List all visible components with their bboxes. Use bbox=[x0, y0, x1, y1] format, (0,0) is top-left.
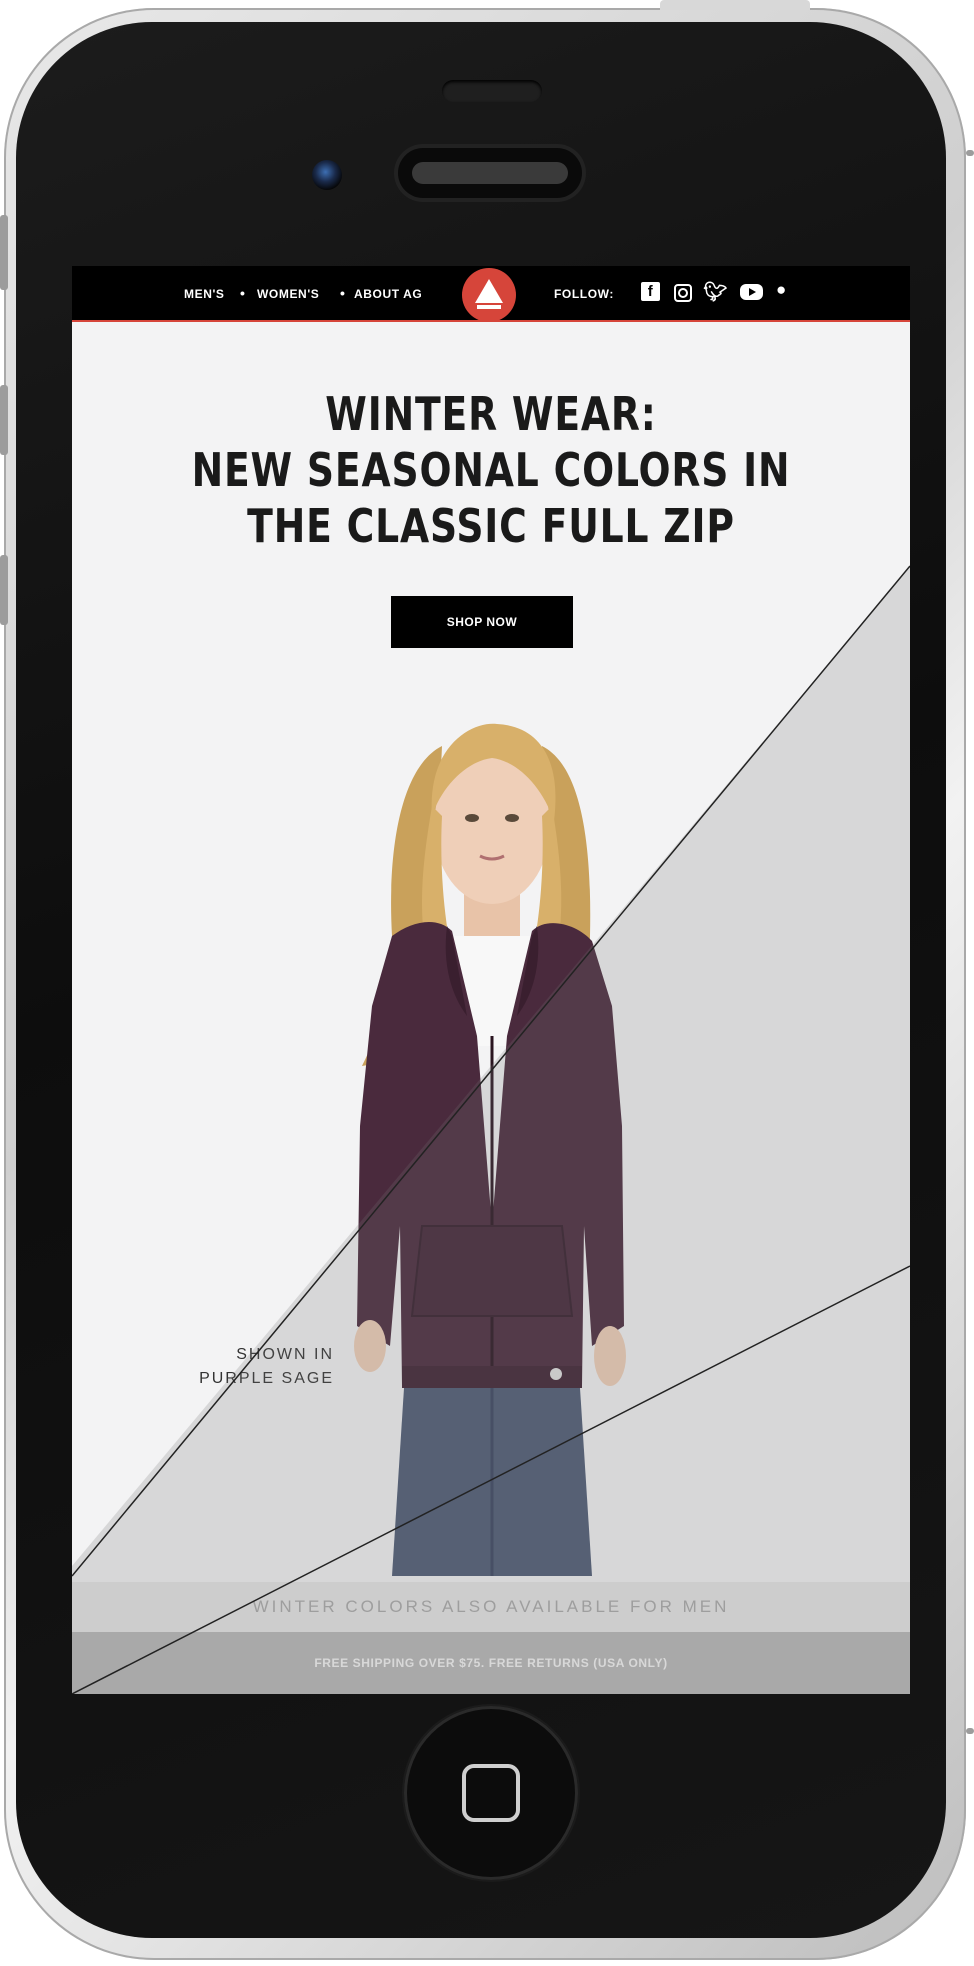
nav-link-mens[interactable]: MEN'S bbox=[184, 287, 225, 301]
hero-headline: WINTER WEAR: NEW SEASONAL COLORS IN THE … bbox=[147, 386, 834, 554]
youtube-icon[interactable] bbox=[740, 284, 763, 300]
follow-label: FOLLOW: bbox=[554, 287, 614, 301]
sleep-button bbox=[660, 0, 810, 10]
caption-line: SHOWN IN bbox=[236, 1346, 334, 1363]
color-caption: SHOWN IN PURPLE SAGE bbox=[132, 1343, 334, 1391]
top-slot bbox=[442, 80, 542, 102]
caption-line: PURPLE SAGE bbox=[199, 1370, 334, 1387]
headline-line: NEW SEASONAL COLORS IN bbox=[191, 443, 791, 497]
logo-mark-icon bbox=[475, 279, 503, 303]
headline-line: WINTER WEAR: bbox=[325, 387, 657, 441]
model-photo[interactable] bbox=[292, 706, 692, 1576]
top-nav: MEN'S • WOMEN'S • ABOUT AG FOLLOW: f 🐦︎ … bbox=[72, 266, 910, 322]
home-button[interactable] bbox=[404, 1706, 578, 1880]
instagram-icon[interactable] bbox=[674, 284, 692, 302]
volume-down-button bbox=[0, 555, 8, 625]
nav-link-womens[interactable]: WOMEN'S bbox=[257, 287, 319, 301]
nav-link-about[interactable]: ABOUT AG bbox=[354, 287, 422, 301]
email-screen: MEN'S • WOMEN'S • ABOUT AG FOLLOW: f 🐦︎ … bbox=[72, 266, 910, 1694]
mute-switch bbox=[0, 215, 8, 290]
antenna-band bbox=[966, 150, 974, 156]
home-square-icon bbox=[462, 1764, 520, 1822]
brand-logo[interactable] bbox=[462, 268, 516, 322]
shipping-banner: FREE SHIPPING OVER $75. FREE RETURNS (US… bbox=[72, 1632, 910, 1694]
volume-up-button bbox=[0, 385, 8, 455]
more-social-icon[interactable]: ● bbox=[776, 280, 786, 299]
front-camera-icon bbox=[312, 160, 342, 190]
shop-now-button[interactable]: SHOP NOW bbox=[391, 596, 573, 648]
facebook-icon[interactable]: f bbox=[641, 282, 660, 301]
logo-base bbox=[477, 305, 501, 309]
mens-colors-link[interactable]: WINTER COLORS ALSO AVAILABLE FOR MEN bbox=[72, 1582, 910, 1632]
twitter-icon[interactable]: 🐦︎ bbox=[703, 282, 727, 303]
antenna-band bbox=[966, 1728, 974, 1734]
headline-line: THE CLASSIC FULL ZIP bbox=[247, 499, 735, 553]
nav-separator: • bbox=[340, 285, 346, 301]
earpiece-speaker bbox=[398, 148, 582, 198]
nav-separator: • bbox=[240, 285, 246, 301]
